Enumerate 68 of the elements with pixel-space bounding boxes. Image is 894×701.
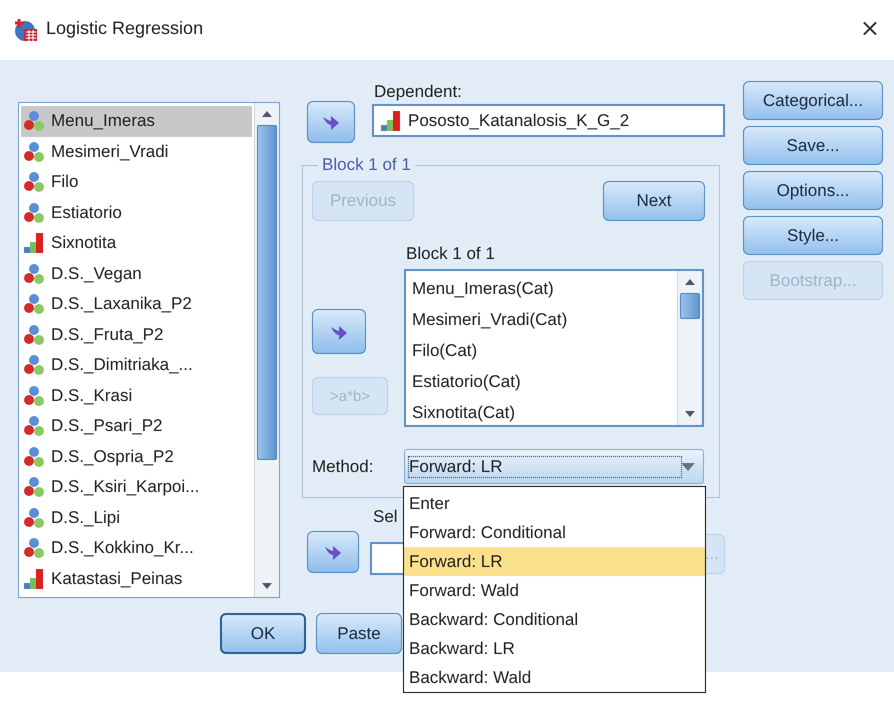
scroll-down-icon[interactable] bbox=[261, 582, 273, 590]
block-legend: Block 1 of 1 bbox=[318, 155, 415, 175]
scroll-down-icon[interactable] bbox=[684, 410, 696, 418]
nominal-icon bbox=[23, 110, 45, 132]
nominal-icon bbox=[23, 324, 45, 346]
variable-item[interactable]: D.S._Ospria_P2 bbox=[21, 442, 252, 472]
variable-item[interactable]: D.S._Lipi bbox=[21, 502, 252, 533]
covariate-item[interactable]: Sixnotita(Cat) bbox=[412, 397, 671, 425]
arrow-icon bbox=[321, 113, 341, 131]
nominal-icon bbox=[23, 202, 45, 224]
scroll-up-icon[interactable] bbox=[261, 110, 273, 118]
variable-item[interactable]: D.S._Fruta_P2 bbox=[21, 320, 252, 350]
nominal-icon bbox=[23, 537, 45, 560]
variable-item[interactable]: Mesimeri_Vradi bbox=[21, 136, 252, 167]
method-option[interactable]: Forward: LR bbox=[404, 547, 705, 576]
move-button[interactable] bbox=[312, 309, 366, 354]
dependent-label: Dependent: bbox=[374, 81, 463, 103]
dialog-button[interactable]: Paste bbox=[316, 613, 402, 654]
nominal-icon bbox=[23, 476, 45, 498]
close-button[interactable]: × bbox=[860, 14, 880, 42]
caret-icon bbox=[681, 462, 695, 470]
scrollbar[interactable] bbox=[677, 271, 702, 425]
block-label: Block 1 of 1 bbox=[406, 243, 496, 265]
variable-item[interactable]: Estiatorio bbox=[21, 198, 252, 228]
scale-icon bbox=[23, 568, 45, 590]
nominal-icon bbox=[23, 415, 45, 438]
nominal-icon bbox=[23, 506, 45, 529]
dialog-button[interactable]: Categorical... bbox=[743, 81, 883, 120]
move-button[interactable] bbox=[307, 101, 355, 143]
scroll-thumb[interactable] bbox=[257, 125, 277, 460]
covariate-item[interactable]: Filo(Cat) bbox=[412, 335, 671, 366]
window-title: Logistic Regression bbox=[46, 18, 204, 38]
method-label: Method: bbox=[312, 456, 374, 476]
nominal-icon bbox=[23, 293, 45, 316]
next-button[interactable]: Next bbox=[603, 181, 705, 221]
covariate-item[interactable]: Mesimeri_Vradi(Cat) bbox=[412, 304, 671, 335]
variable-item[interactable]: D.S._Laxanika_P2 bbox=[21, 289, 252, 320]
dependent-field[interactable]: Pososto_Katanalosis_K_G_2 bbox=[372, 104, 725, 137]
nominal-icon bbox=[23, 140, 45, 163]
variable-item[interactable]: D.S._Psari_P2 bbox=[21, 411, 252, 442]
variable-item[interactable]: D.S._Vegan bbox=[21, 258, 252, 289]
dialog-button[interactable]: Options... bbox=[743, 171, 883, 210]
variable-item[interactable]: D.S._Kokkino_Kr... bbox=[21, 533, 252, 564]
variable-item[interactable]: Filo bbox=[21, 167, 252, 198]
nominal-icon bbox=[23, 262, 45, 285]
variable-item[interactable]: D.S._Krasi bbox=[21, 380, 252, 411]
scale-icon bbox=[380, 110, 402, 132]
scroll-thumb[interactable] bbox=[680, 293, 700, 320]
selection-label: Sel bbox=[373, 506, 399, 528]
scale-icon bbox=[23, 232, 45, 254]
nominal-icon bbox=[23, 446, 45, 468]
covariate-item[interactable]: Menu_Imeras(Cat) bbox=[412, 273, 671, 304]
variable-item[interactable]: Menu_Imeras bbox=[21, 106, 252, 136]
app-icon bbox=[14, 18, 38, 42]
dialog-button[interactable]: OK bbox=[220, 613, 306, 654]
variable-item[interactable]: Katastasi_Peinas bbox=[21, 564, 252, 594]
scrollbar[interactable] bbox=[254, 103, 279, 597]
move-button[interactable] bbox=[307, 530, 360, 572]
nominal-icon bbox=[23, 384, 45, 407]
nominal-icon bbox=[23, 354, 45, 376]
covariate-item[interactable]: Estiatorio(Cat) bbox=[412, 366, 671, 397]
nominal-icon bbox=[23, 171, 45, 194]
variable-item[interactable]: D.S._Dimitriaka_... bbox=[21, 350, 252, 380]
dialog-button[interactable]: Save... bbox=[743, 126, 883, 165]
variable-item[interactable]: D.S._Ksiri_Karpoi... bbox=[21, 472, 252, 502]
dialog-button[interactable]: Style... bbox=[743, 216, 883, 255]
variable-item[interactable]: Sixnotita bbox=[21, 228, 252, 258]
scroll-up-icon[interactable] bbox=[684, 278, 696, 286]
